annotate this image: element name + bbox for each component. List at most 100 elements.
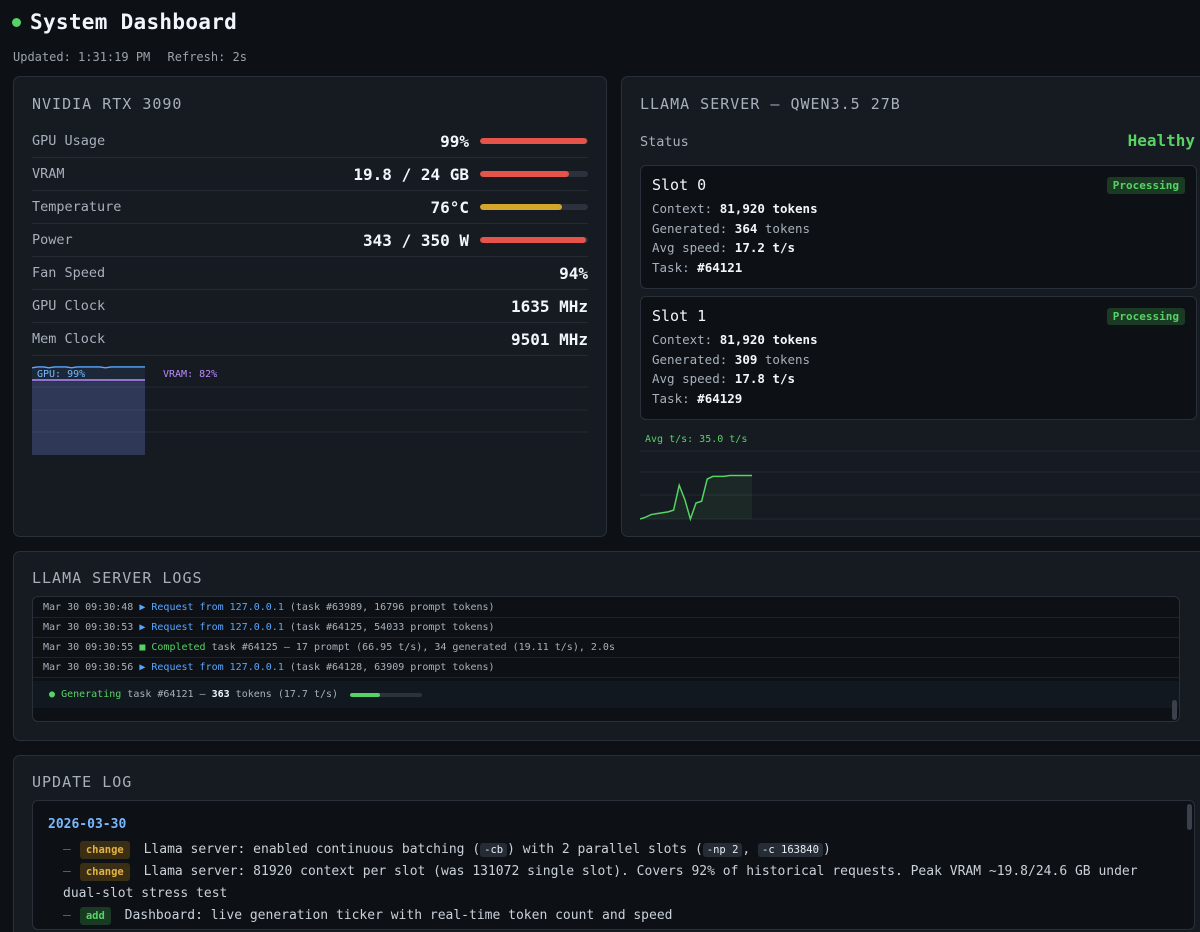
metric-value: 19.8 / 24 GB bbox=[353, 164, 469, 184]
updated-time: Updated: 1:31:19 PM bbox=[13, 50, 151, 64]
metric-bar bbox=[480, 138, 588, 144]
vram-chart-label: VRAM: 82% bbox=[163, 369, 217, 380]
generating-rest: tokens (17.7 t/s) bbox=[229, 689, 339, 700]
metric-bar bbox=[480, 237, 588, 243]
log-time: Mar 30 09:30:56 bbox=[43, 662, 134, 673]
log-lines: Mar 30 09:30:48 ▶ Request from 127.0.0.1… bbox=[33, 598, 1179, 678]
log-event: ▶ Request from 127.0.0.1 bbox=[139, 662, 284, 673]
log-line: Mar 30 09:30:53 ▶ Request from 127.0.0.1… bbox=[33, 618, 1179, 638]
speed-chart-label: Avg t/s: 35.0 t/s bbox=[645, 434, 747, 445]
metric-label: GPU Usage bbox=[32, 133, 106, 149]
slot-generated: Generated: 364 tokens bbox=[652, 220, 811, 236]
slot-title: Slot 0 bbox=[652, 176, 707, 194]
update-item: – change Llama server: enabled continuous… bbox=[63, 841, 831, 859]
metric-label: Temperature bbox=[32, 199, 122, 215]
metric-row: Temperature 76°C bbox=[32, 191, 588, 224]
generating-task: task #64121 — bbox=[121, 689, 212, 700]
metric-bar-fill bbox=[480, 204, 563, 210]
update-log-scrollbar[interactable] bbox=[1187, 804, 1192, 830]
metric-row: Fan Speed 94% bbox=[32, 257, 588, 290]
log-line: Mar 30 09:30:55 ■ Completed task #64125 … bbox=[33, 638, 1179, 658]
gpu-panel-title: NVIDIA RTX 3090 bbox=[32, 95, 183, 113]
log-event: ▶ Request from 127.0.0.1 bbox=[139, 602, 284, 613]
log-line: Mar 30 09:30:48 ▶ Request from 127.0.0.1… bbox=[33, 598, 1179, 618]
log-detail: (task #63989, 16796 prompt tokens) bbox=[283, 602, 495, 613]
refresh-interval: Refresh: 2s bbox=[167, 50, 247, 64]
update-item: – change Llama server: 81920 context per … bbox=[63, 863, 1138, 901]
metric-label: Mem Clock bbox=[32, 331, 106, 347]
metric-row: GPU Clock 1635 MHz bbox=[32, 290, 588, 323]
generating-tokens: 363 bbox=[211, 689, 230, 700]
code-snippet: -c 163840 bbox=[758, 843, 823, 857]
metric-bar bbox=[480, 171, 588, 177]
log-scrollbar[interactable] bbox=[1172, 700, 1177, 720]
gpu-panel: NVIDIA RTX 3090 GPU Usage 99% VRAM 19.8 / 2… bbox=[13, 76, 607, 537]
update-log-box[interactable]: 2026-03-30 – change Llama server: enabled… bbox=[32, 800, 1195, 930]
slot-status-badge: Processing bbox=[1106, 308, 1185, 325]
status-label: Status bbox=[640, 134, 689, 150]
logs-panel-title: LLAMA SERVER LOGS bbox=[32, 569, 203, 587]
log-time: Mar 30 09:30:48 bbox=[43, 602, 134, 613]
metric-value: 9501 MHz bbox=[510, 329, 588, 349]
llama-server-panel: LLAMA SERVER — QWEN3.5 27B Status Health… bbox=[621, 76, 1200, 537]
metric-bar-fill bbox=[480, 237, 586, 243]
log-box[interactable]: Mar 30 09:30:48 ▶ Request from 127.0.0.1… bbox=[32, 596, 1180, 722]
speed-chart: Avg t/s: 35.0 t/s bbox=[640, 434, 1200, 522]
metric-value: 94% bbox=[559, 263, 588, 283]
gpu-vram-chart: GPU: 99% VRAM: 82% bbox=[32, 365, 588, 455]
log-event: ▶ Request from 127.0.0.1 bbox=[139, 622, 284, 633]
generating-progress-bar bbox=[350, 692, 423, 697]
slot-task: Task: #64129 bbox=[652, 390, 743, 406]
metric-label: GPU Clock bbox=[32, 298, 106, 314]
slot-status-badge: Processing bbox=[1106, 177, 1185, 194]
log-detail: (task #64125, 54033 prompt tokens) bbox=[283, 622, 495, 633]
add-tag: add bbox=[79, 907, 111, 925]
log-time: Mar 30 09:30:53 bbox=[43, 622, 134, 633]
metric-row: VRAM 19.8 / 24 GB bbox=[32, 158, 588, 191]
meta-info: Updated: 1:31:19 PM Refresh: 2s bbox=[13, 50, 247, 64]
update-log-panel: UPDATE LOG 2026-03-30 – change Llama serv… bbox=[13, 755, 1200, 932]
status-value: Healthy bbox=[1127, 131, 1195, 150]
metric-label: Power bbox=[32, 232, 73, 248]
logs-panel: LLAMA SERVER LOGS Mar 30 09:30:48 ▶ Requ… bbox=[13, 551, 1200, 741]
slot-card-1: Slot 1 Processing Context: 81,920 tokens… bbox=[640, 296, 1197, 420]
title-row: System Dashboard bbox=[12, 10, 237, 34]
metric-value: 1635 MHz bbox=[510, 296, 588, 316]
slot-context: Context: 81,920 tokens bbox=[652, 201, 818, 216]
generating-label: Generating bbox=[61, 689, 122, 700]
slot-card-0: Slot 0 Processing Context: 81,920 tokens… bbox=[640, 165, 1197, 289]
update-item: – add Dashboard: live generation ticker w… bbox=[63, 907, 673, 925]
metric-value: 76°C bbox=[430, 197, 469, 217]
status-dot-icon bbox=[12, 17, 21, 27]
generating-progress-fill bbox=[350, 692, 381, 697]
metric-row: GPU Usage 99% bbox=[32, 125, 588, 158]
metric-label: VRAM bbox=[32, 166, 65, 182]
log-time: Mar 30 09:30:55 bbox=[43, 642, 134, 653]
llama-panel-title: LLAMA SERVER — QWEN3.5 27B bbox=[640, 95, 901, 113]
update-date: 2026-03-30 bbox=[48, 817, 127, 832]
gpu-chart-label: GPU: 99% bbox=[37, 369, 85, 380]
metric-bar-fill bbox=[480, 171, 569, 177]
page-title: System Dashboard bbox=[30, 10, 238, 34]
speed-area bbox=[640, 475, 752, 519]
metric-value: 343 / 350 W bbox=[363, 230, 469, 250]
change-tag: change bbox=[79, 841, 130, 859]
slot-task: Task: #64121 bbox=[652, 259, 743, 275]
slot-title: Slot 1 bbox=[652, 307, 707, 325]
code-snippet: -cb bbox=[480, 843, 508, 857]
log-line: Mar 30 09:30:56 ▶ Request from 127.0.0.1… bbox=[33, 658, 1179, 678]
metric-bar bbox=[480, 204, 588, 210]
slot-generated: Generated: 309 tokens bbox=[652, 351, 811, 367]
slot-context: Context: 81,920 tokens bbox=[652, 332, 818, 347]
metric-bar-fill bbox=[480, 138, 587, 144]
metric-value: 99% bbox=[440, 131, 469, 151]
log-detail: task #64125 — 17 prompt (66.95 t/s), 34 … bbox=[205, 642, 615, 653]
log-detail: (task #64128, 63909 prompt tokens) bbox=[283, 662, 495, 673]
change-tag: change bbox=[79, 863, 130, 881]
slot-speed: Avg speed: 17.2 t/s bbox=[652, 240, 796, 255]
slot-speed: Avg speed: 17.8 t/s bbox=[652, 371, 796, 386]
generating-ticker: ● Generating task #64121 — 363 tokens (1… bbox=[33, 681, 1179, 708]
code-snippet: -np 2 bbox=[702, 843, 743, 857]
metric-row: Mem Clock 9501 MHz bbox=[32, 323, 588, 356]
log-event: ■ Completed bbox=[139, 642, 206, 653]
